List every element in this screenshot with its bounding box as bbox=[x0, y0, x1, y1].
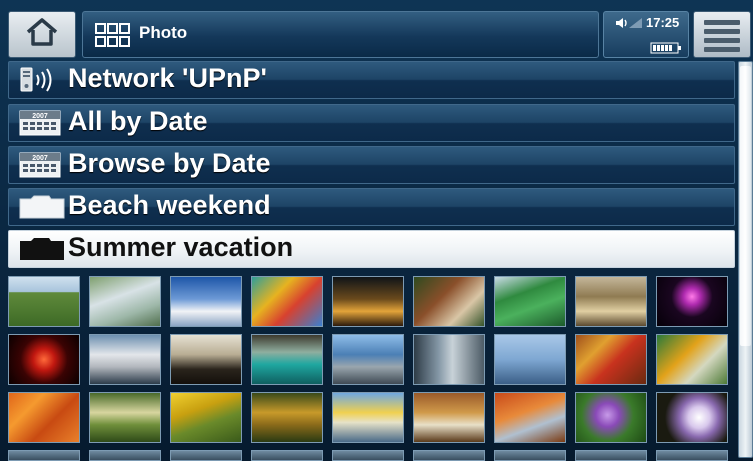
photo-thumbnail-spice-jars[interactable] bbox=[575, 334, 647, 385]
photo-thumbnail-city-towers[interactable] bbox=[332, 334, 404, 385]
photo-thumbnail-firework-pink[interactable] bbox=[656, 276, 728, 327]
photo-thumbnail-chess-silhouette[interactable] bbox=[170, 334, 242, 385]
svg-text:2007: 2007 bbox=[32, 155, 48, 162]
photo-thumbnail-sky-clouds[interactable] bbox=[170, 276, 242, 327]
photo-thumbnail-birch-trees[interactable] bbox=[332, 392, 404, 443]
photo-thumbnail-orange-leaves[interactable] bbox=[8, 392, 80, 443]
home-button[interactable] bbox=[8, 11, 76, 58]
photo-thumbnail-night-street[interactable] bbox=[332, 276, 404, 327]
photo-thumbnail-partial bbox=[170, 450, 242, 461]
title-bar: Photo bbox=[82, 11, 599, 58]
photo-thumbnail-green-structure[interactable] bbox=[494, 276, 566, 327]
photo-thumbnail-teapot[interactable] bbox=[656, 334, 728, 385]
list-item-label: All by Date bbox=[68, 106, 208, 136]
calendar-icon: 2007 bbox=[19, 110, 63, 141]
top-bar: Photo 17:25 bbox=[0, 0, 753, 58]
list-item-beach-weekend[interactable]: Beach weekend bbox=[8, 188, 735, 226]
photo-thumbnail-partial bbox=[8, 450, 80, 461]
list-item-label: Summer vacation bbox=[68, 232, 294, 262]
list-item-summer-vacation[interactable]: Summer vacation bbox=[8, 230, 735, 268]
photo-thumbnail-white-flower[interactable] bbox=[656, 392, 728, 443]
photo-thumbnail-waterfall[interactable] bbox=[89, 276, 161, 327]
photo-thumbnail-cave-lagoon[interactable] bbox=[251, 334, 323, 385]
scroll-thumb[interactable] bbox=[740, 66, 751, 346]
list-item-all-by-date[interactable]: 2007 All by Date bbox=[8, 104, 735, 142]
photo-thumbnail-autumn-forest[interactable] bbox=[251, 392, 323, 443]
photo-thumbnail-ferris-wheel[interactable] bbox=[494, 334, 566, 385]
photo-thumbnail-firework-red[interactable] bbox=[8, 334, 80, 385]
folder-icon bbox=[19, 194, 65, 225]
list-item-label: Network 'UPnP' bbox=[68, 63, 267, 93]
list-item-label: Beach weekend bbox=[68, 190, 271, 220]
status-panel: 17:25 bbox=[603, 11, 689, 58]
photo-thumbnail-partial bbox=[656, 450, 728, 461]
clock: 17:25 bbox=[646, 15, 680, 30]
photo-thumbnail-rock-plant[interactable] bbox=[413, 276, 485, 327]
photo-thumbnail-orange-tree[interactable] bbox=[494, 392, 566, 443]
folder-icon bbox=[19, 236, 65, 267]
list-item-label: Browse by Date bbox=[68, 148, 271, 178]
home-icon bbox=[25, 17, 59, 52]
menu-button[interactable] bbox=[693, 11, 751, 58]
photo-thumbnail-skyscraper[interactable] bbox=[413, 334, 485, 385]
photo-browser-screen: Photo 17:25 Network 'UPnP' 2007 All by D… bbox=[0, 0, 753, 461]
photo-thumbnail-partial bbox=[413, 450, 485, 461]
photo-thumbnail-yellow-tree[interactable] bbox=[170, 392, 242, 443]
battery-icon bbox=[650, 41, 682, 59]
list-item-network-upnp[interactable]: Network 'UPnP' bbox=[8, 61, 735, 99]
photo-thumbnail-partial bbox=[332, 450, 404, 461]
svg-text:2007: 2007 bbox=[32, 113, 48, 120]
network-icon bbox=[19, 67, 63, 98]
photo-thumbnail-partial bbox=[575, 450, 647, 461]
grid-view-icon[interactable] bbox=[95, 23, 131, 52]
photo-thumbnail-autumn-park[interactable] bbox=[413, 392, 485, 443]
volume-icon bbox=[615, 16, 643, 35]
photo-thumbnail-purple-flower[interactable] bbox=[575, 392, 647, 443]
photo-thumbnail-playground[interactable] bbox=[251, 276, 323, 327]
photo-thumbnail-partial bbox=[89, 450, 161, 461]
photo-thumbnail-partial bbox=[494, 450, 566, 461]
page-title: Photo bbox=[139, 23, 188, 42]
calendar-icon: 2007 bbox=[19, 152, 63, 183]
photo-thumbnail-garden-path[interactable] bbox=[89, 392, 161, 443]
list-item-browse-by-date[interactable]: 2007 Browse by Date bbox=[8, 146, 735, 184]
scrollbar[interactable] bbox=[738, 61, 753, 458]
photo-thumbnail-fountain[interactable] bbox=[89, 334, 161, 385]
photo-thumbnail-partial bbox=[251, 450, 323, 461]
photo-thumbnail-chess-pieces[interactable] bbox=[575, 276, 647, 327]
photo-thumbnail-landscape-hills[interactable] bbox=[8, 276, 80, 327]
